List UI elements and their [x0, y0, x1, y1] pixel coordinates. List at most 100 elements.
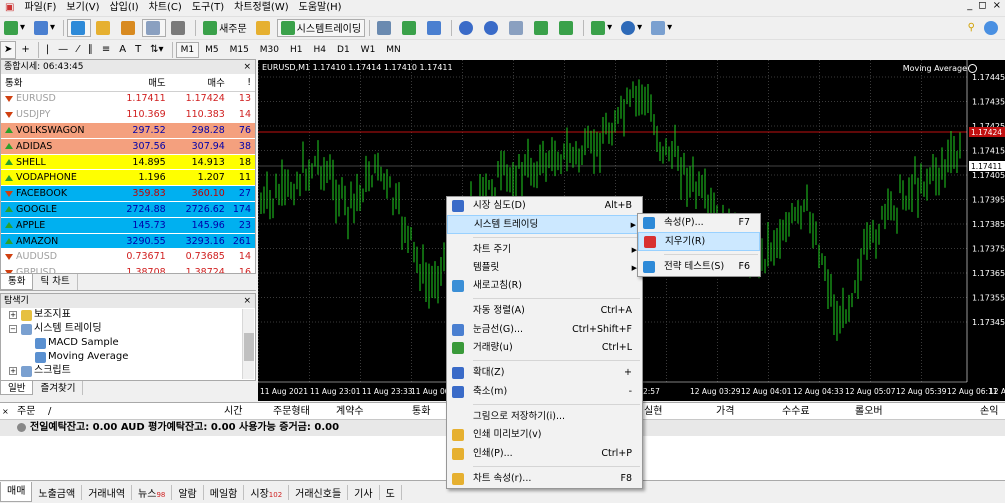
menu-item[interactable]: 새로고침(R) [447, 277, 642, 295]
trendline-tool[interactable]: ⁄ [73, 41, 83, 59]
search-button[interactable]: ⚲ [964, 19, 979, 37]
market-watch-toggle[interactable] [67, 18, 92, 37]
terminal-tab[interactable]: 기사 [348, 484, 380, 500]
menu-item[interactable]: 확대(Z) + [447, 364, 642, 382]
horizontal-line-tool[interactable]: — [54, 41, 72, 59]
symbol-row[interactable]: ADIDAS 307.56 307.94 38 [1, 138, 255, 155]
period-h4[interactable]: H4 [309, 42, 332, 58]
symbol-row[interactable]: FACEBOOK 359.83 360.10 27 [1, 185, 255, 203]
menu-item[interactable]: 눈금선(G)... Ctrl+Shift+F [447, 321, 642, 339]
menu-item[interactable]: 축소(m) - [447, 383, 642, 401]
menu-item[interactable]: 인쇄 미리보기(v) [447, 426, 642, 444]
menu-item[interactable]: 차트 주기 ▶ [447, 241, 642, 259]
minimize-button[interactable]: _ [967, 0, 972, 11]
terminal-tab[interactable]: 거래내역 [82, 484, 133, 500]
symbol-row[interactable]: VOLKSWAGON 297.52 298.28 76 [1, 122, 255, 139]
period-m5[interactable]: M5 [200, 42, 224, 58]
col-order[interactable]: 주문 [17, 403, 35, 420]
autoscroll-button[interactable] [555, 19, 579, 37]
col-realized[interactable]: 실현 [644, 403, 662, 420]
tile-windows-button[interactable] [505, 19, 529, 37]
expand-icon[interactable]: + [9, 367, 17, 375]
menu-file[interactable]: 파일(F) [19, 0, 61, 16]
navigator-scrollbar[interactable] [242, 309, 254, 379]
terminal-tab[interactable]: 뉴스98 [132, 484, 173, 500]
menu-item[interactable]: 그림으로 저장하기(i)... [447, 408, 642, 426]
menu-item[interactable]: 거래량(u) Ctrl+L [447, 339, 642, 357]
menu-item[interactable]: 지우기(R) [638, 232, 760, 251]
menu-item[interactable]: 자동 정렬(A) Ctrl+A [447, 302, 642, 320]
navigator-item[interactable]: Moving Average [1, 350, 255, 364]
menu-help[interactable]: 도움말(H) [294, 0, 347, 16]
menu-tools[interactable]: 도구(T) [187, 0, 229, 16]
crosshair-tool[interactable]: + [17, 41, 33, 59]
navigator-close-button[interactable]: × [243, 294, 255, 308]
candle-chart-button[interactable] [398, 19, 422, 37]
menu-item[interactable]: 전략 테스트(S) F6 [638, 258, 760, 276]
terminal-close-button[interactable]: × [2, 407, 9, 416]
expand-icon[interactable]: + [9, 311, 17, 319]
menu-item[interactable]: 속성(P)... F7 [638, 214, 760, 232]
navigator-item[interactable]: − 시스템 트레이딩 [1, 322, 255, 336]
period-m30[interactable]: M30 [255, 42, 284, 58]
col-symbol[interactable]: 통화 [1, 74, 111, 92]
templates-button[interactable]: ▾ [647, 19, 676, 37]
vertical-line-tool[interactable]: | [42, 41, 53, 59]
menu-insert[interactable]: 삽입(I) [104, 0, 143, 16]
menu-item[interactable]: 시장 심도(D) Alt+B [447, 197, 642, 215]
auto-trading-button[interactable]: 시스템트레이딩 [276, 18, 366, 37]
period-h1[interactable]: H1 [285, 42, 308, 58]
symbol-row[interactable]: AMAZON 3290.55 3293.16 261 [1, 233, 255, 250]
close-button[interactable]: × [993, 0, 1001, 11]
tab-common[interactable]: 일반 [0, 381, 34, 395]
new-chart-button[interactable]: ▾ [0, 19, 29, 37]
col-commission[interactable]: 수수료 [782, 403, 810, 420]
col-lots[interactable]: 계약수 [336, 403, 364, 420]
zoom-in-button[interactable] [455, 19, 479, 37]
terminal-tab[interactable]: 메일함 [204, 484, 245, 500]
menu-item[interactable]: 시스템 트레이딩 ▶ [447, 215, 642, 234]
navigator-item[interactable]: + 보조지표 [1, 308, 255, 322]
terminal-tab[interactable]: 알람 [172, 484, 204, 500]
menu-charts[interactable]: 차트(C) [144, 0, 187, 16]
col-price[interactable]: 가격 [716, 403, 734, 420]
new-order-button[interactable]: 새주문 [199, 19, 251, 37]
scroll-thumb[interactable] [244, 333, 254, 361]
navigator-item[interactable]: MACD Sample [1, 336, 255, 350]
col-ask[interactable]: 매수 [169, 74, 229, 92]
period-m1[interactable]: M1 [175, 41, 200, 58]
terminal-tab[interactable]: 매매 [0, 482, 33, 502]
bar-chart-button[interactable] [373, 19, 397, 37]
channel-tool[interactable]: ∥ [84, 41, 97, 59]
symbol-row[interactable]: AUDUSD 0.73671 0.73685 14 [1, 248, 255, 266]
market-watch-close-button[interactable]: × [243, 60, 255, 74]
menu-item[interactable]: 템플릿 ▶ [447, 259, 642, 277]
menu-item[interactable]: 차트 속성(r)... F8 [447, 470, 642, 488]
expert-advisor-label[interactable]: Moving Average [903, 64, 967, 73]
period-m15[interactable]: M15 [225, 42, 254, 58]
periods-button[interactable]: ▾ [617, 19, 646, 37]
app-icon[interactable]: ▣ [0, 0, 19, 16]
chart-shift-button[interactable] [530, 19, 554, 37]
symbol-row[interactable]: VODAPHONE 1.196 1.207 11 [1, 169, 255, 187]
restore-button[interactable]: ◻ [978, 0, 986, 11]
text-tool[interactable]: A [115, 41, 130, 59]
label-tool[interactable]: T [131, 41, 145, 59]
metaeditor-button[interactable] [252, 19, 276, 37]
navigator-toggle[interactable] [117, 19, 141, 37]
menu-view[interactable]: 보기(V) [61, 0, 104, 16]
symbol-row[interactable]: USDJPY 110.369 110.383 14 [1, 106, 255, 124]
tab-favorites[interactable]: 즐겨찾기 [33, 381, 84, 395]
profiles-button[interactable]: ▾ [30, 19, 59, 37]
fibo-tool[interactable]: ≡ [98, 41, 114, 59]
symbol-row[interactable]: EURUSD 1.17411 1.17424 13 [1, 91, 255, 108]
period-mn[interactable]: MN [381, 42, 406, 58]
terminal-tab[interactable]: 노출금액 [32, 484, 83, 500]
menu-item[interactable]: 인쇄(P)... Ctrl+P [447, 445, 642, 463]
symbol-row[interactable]: SHELL 14.895 14.913 18 [1, 154, 255, 171]
symbol-row[interactable]: APPLE 145.73 145.96 23 [1, 217, 255, 234]
collapse-icon[interactable]: − [9, 325, 17, 333]
navigator-item[interactable]: + 스크립트 [1, 364, 255, 378]
period-w1[interactable]: W1 [356, 42, 381, 58]
tab-tick-chart[interactable]: 틱 차트 [33, 274, 78, 290]
